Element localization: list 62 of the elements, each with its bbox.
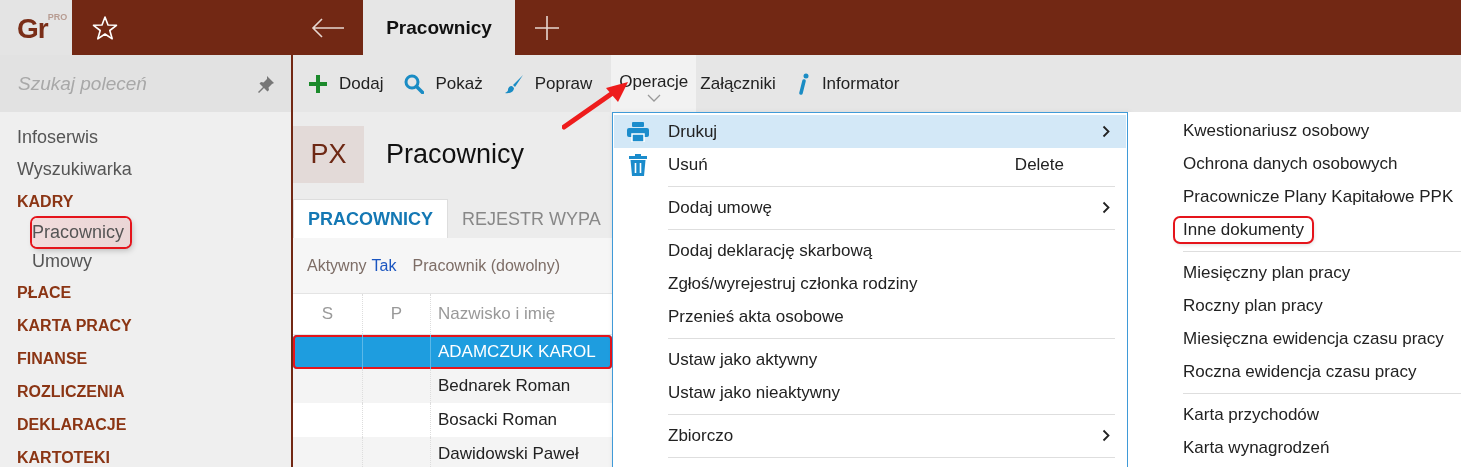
printer-icon xyxy=(627,121,649,142)
chevron-right-icon xyxy=(1102,201,1110,214)
toolbar-button[interactable]: Popraw xyxy=(501,55,602,112)
toolbar-button[interactable]: Pokaż xyxy=(402,55,492,112)
table-row[interactable]: Dawidowski Paweł xyxy=(293,437,612,467)
info-icon xyxy=(796,72,811,95)
menu-item[interactable]: Drukuj xyxy=(614,115,1126,148)
menu-item[interactable]: Pracownicze Plany Kapitałowe PPK xyxy=(1183,184,1454,209)
menu-item[interactable]: Kwestionariusz osobowy xyxy=(1183,118,1370,143)
chevron-right-icon xyxy=(1102,429,1110,442)
edition-label: PRO xyxy=(47,12,68,22)
menu-item[interactable]: Karta wynagrodzeń xyxy=(1183,435,1330,460)
table-row[interactable]: Bednarek Roman xyxy=(293,369,612,403)
sidebar-section[interactable]: DEKLARACJE xyxy=(17,408,127,441)
sidebar-section[interactable]: KADRY xyxy=(17,185,74,218)
sidebar-section[interactable]: FINANSE xyxy=(17,342,88,375)
menu-item[interactable]: Dodaj deklarację skarbową xyxy=(614,234,1126,267)
menu-item[interactable]: Ustaw jako nieaktywny xyxy=(614,376,1126,409)
page-title: Pracownicy xyxy=(386,139,525,170)
trash-icon xyxy=(629,153,647,176)
sidebar-item[interactable]: Pracownicy xyxy=(32,218,131,247)
sidebar-link[interactable]: Wyszukiwarka xyxy=(17,153,132,185)
menu-item[interactable]: Zbiorczo xyxy=(614,419,1126,452)
chevron-down-icon xyxy=(646,93,661,102)
menu-item[interactable]: Miesięczny plan pracy xyxy=(1183,260,1351,285)
page-tab[interactable]: PRACOWNICY xyxy=(293,199,448,238)
sidebar-section[interactable]: PŁACE xyxy=(17,276,72,309)
sidebar-section[interactable]: KARTA PRACY xyxy=(17,309,132,342)
sidebar-item[interactable]: Umowy xyxy=(32,247,98,276)
menu-item[interactable]: Ochrona danych osobowych xyxy=(1183,151,1398,176)
filter-label[interactable]: Pracownik (dowolny) xyxy=(412,256,561,275)
menu-item[interactable]: Dodaj umowę xyxy=(614,191,1126,224)
pin-icon[interactable] xyxy=(257,75,275,93)
shortcut-label: Delete xyxy=(1014,154,1064,175)
app-tab[interactable]: Pracownicy xyxy=(363,0,515,55)
menu-item[interactable]: Ustaw jako aktywny xyxy=(614,343,1126,376)
sidebar-section[interactable]: KARTOTEKI xyxy=(17,441,111,467)
sidebar-section[interactable]: ROZLICZENIA xyxy=(17,375,125,408)
star-icon[interactable] xyxy=(92,14,118,41)
search-icon xyxy=(404,73,425,94)
menu-item[interactable]: Usuń Delete xyxy=(614,148,1126,181)
chevron-right-icon xyxy=(1102,125,1110,138)
toolbar-button[interactable]: Załączniki xyxy=(698,55,785,112)
toolbar-button[interactable]: Dodaj xyxy=(306,55,393,112)
filter-value[interactable]: Tak xyxy=(371,256,397,275)
menu-item[interactable]: Zgłoś/wyrejestruj członka rodziny xyxy=(614,267,1126,300)
app-logo: Gr xyxy=(17,15,48,43)
menu-item[interactable]: Karta przychodów xyxy=(1183,402,1320,427)
search-field[interactable]: Szukaj poleceń xyxy=(0,55,291,112)
menu-item[interactable]: Roczny plan pracy xyxy=(1183,293,1323,318)
menu-item[interactable]: Przenieś akta osobowe xyxy=(614,300,1126,333)
dropdown-button[interactable]: Operacje xyxy=(611,55,697,112)
plus-icon xyxy=(308,73,328,94)
toolbar-button[interactable]: Informator xyxy=(794,55,909,112)
back-arrow-icon[interactable] xyxy=(310,16,345,39)
filter-label[interactable]: Aktywny xyxy=(307,256,367,275)
menu-item[interactable]: Roczna ewidencja czasu pracy xyxy=(1183,359,1417,384)
module-badge: PX xyxy=(293,126,364,183)
sidebar-link[interactable]: Infoserwis xyxy=(17,121,99,153)
plus-icon[interactable] xyxy=(534,14,560,41)
menu-item[interactable]: Inne dokumenty xyxy=(1175,217,1312,242)
menu-item[interactable]: Miesięczna ewidencja czasu pracy xyxy=(1183,326,1444,351)
